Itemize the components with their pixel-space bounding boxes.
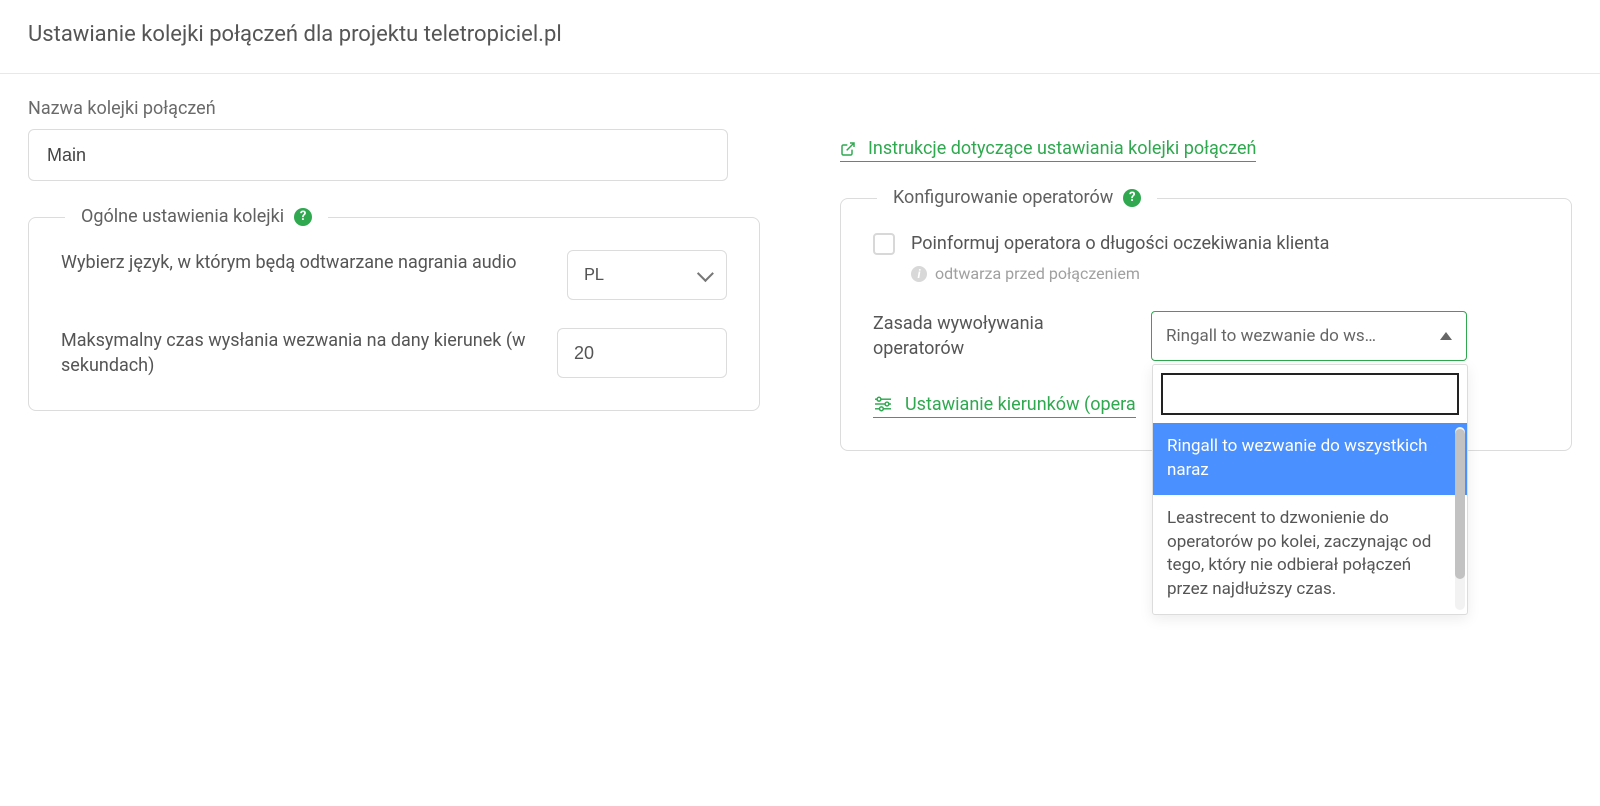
call-rule-select-value: Ringall to wezwanie do ws… [1166, 326, 1376, 346]
call-rule-label: Zasada wywoływania operatorów [873, 311, 1133, 361]
dropdown-search-input[interactable] [1161, 373, 1459, 415]
info-icon: i [911, 266, 927, 282]
help-icon[interactable]: ? [294, 208, 312, 226]
language-label: Wybierz język, w którym będą odtwarzane … [61, 250, 549, 275]
call-rule-dropdown: Ringall to wezwanie do wszystkich naraz … [1152, 364, 1468, 615]
triangle-up-icon [1440, 332, 1452, 340]
instructions-link[interactable]: Instrukcje dotyczące ustawiania kolejki … [840, 138, 1256, 162]
operators-fieldset: Konfigurowanie operatorów ? Poinformuj o… [840, 198, 1572, 451]
operators-legend-text: Konfigurowanie operatorów [893, 187, 1113, 208]
instructions-link-text: Instrukcje dotyczące ustawiania kolejki … [868, 138, 1256, 159]
sliders-icon [873, 396, 893, 412]
directions-link-text: Ustawianie kierunków (opera [905, 394, 1136, 415]
inform-operator-label: Poinformuj operatora o długości oczekiwa… [911, 231, 1539, 256]
general-settings-fieldset: Ogólne ustawienia kolejki ? Wybierz języ… [28, 217, 760, 411]
directions-link[interactable]: Ustawianie kierunków (opera [873, 394, 1136, 418]
help-icon[interactable]: ? [1123, 189, 1141, 207]
language-select[interactable]: PL [567, 250, 727, 300]
timeout-label: Maksymalny czas wysłania wezwania na dan… [61, 328, 539, 378]
general-settings-legend: Ogólne ustawienia kolejki ? [65, 206, 328, 227]
operators-legend: Konfigurowanie operatorów ? [877, 187, 1157, 208]
timeout-input[interactable] [557, 328, 727, 378]
language-select-value: PL [584, 265, 604, 285]
inform-operator-subtext: odtwarza przed połączeniem [935, 264, 1140, 283]
call-rule-select[interactable]: Ringall to wezwanie do ws… Ringall to we… [1151, 311, 1467, 361]
dropdown-scrollbar[interactable] [1455, 427, 1465, 610]
general-legend-text: Ogólne ustawienia kolejki [81, 206, 284, 227]
external-link-icon [840, 141, 856, 157]
page-title: Ustawianie kolejki połączeń dla projektu… [0, 0, 1600, 74]
dropdown-option-leastrecent[interactable]: Leastrecent to dzwonienie do operatorów … [1153, 495, 1467, 614]
dropdown-option-ringall[interactable]: Ringall to wezwanie do wszystkich naraz [1153, 423, 1467, 495]
queue-name-label: Nazwa kolejki połączeń [28, 98, 760, 119]
chevron-down-icon [697, 265, 714, 282]
inform-operator-checkbox[interactable] [873, 233, 895, 255]
queue-name-input[interactable] [28, 129, 728, 181]
dropdown-scrollbar-thumb[interactable] [1455, 429, 1465, 579]
